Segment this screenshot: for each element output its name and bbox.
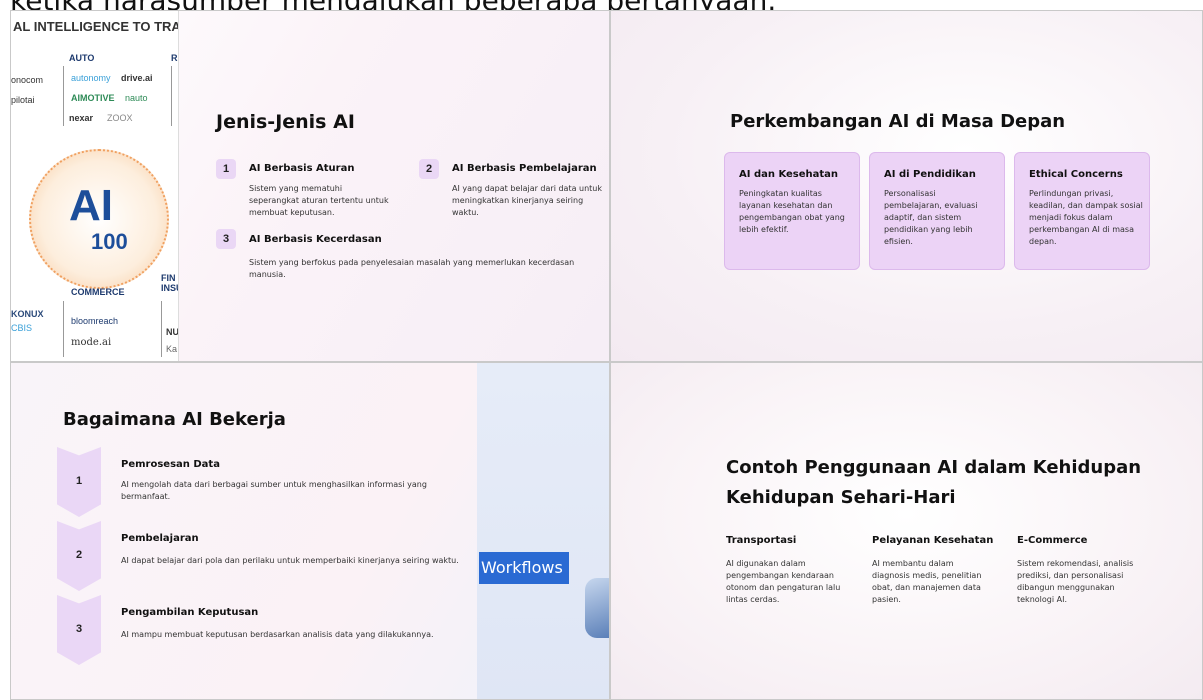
item-heading: AI Berbasis Aturan xyxy=(249,163,355,174)
item-text: Sistem yang mematuhi seperangkat aturan … xyxy=(249,184,389,217)
logo-modeai: mode.ai xyxy=(71,337,112,348)
divider xyxy=(63,66,64,126)
item-heading: AI Berbasis Kecerdasan xyxy=(249,234,382,245)
logo-ka: Ka xyxy=(166,344,178,354)
slide-jenis-ai[interactable]: AL INTELLIGENCE TO TRA AUTO R onocom pil… xyxy=(10,10,610,362)
logo-aimotive: AIMOTIVE xyxy=(71,93,115,103)
card-ethical-concerns: Ethical Concerns Perlindungan privasi, k… xyxy=(1014,152,1150,270)
category-auto: AUTO xyxy=(69,53,95,63)
sphere-100-text: 100 xyxy=(91,229,128,254)
card-ai-pendidikan: AI di Pendidikan Personalisasi pembelaja… xyxy=(869,152,1005,270)
divider xyxy=(63,301,64,357)
column-text: Sistem rekomendasi, analisis prediksi, d… xyxy=(1017,559,1134,604)
slide-title: Jenis-Jenis AI xyxy=(216,111,355,133)
logo-nexar: nexar xyxy=(69,113,94,123)
column-heading: E-Commerce xyxy=(1017,535,1088,546)
ai-100-sphere: AI 100 xyxy=(29,149,169,289)
slide-bagaimana-ai-bekerja[interactable]: Bagaimana AI Bekerja 1 Pemrosesan Data A… xyxy=(10,362,610,700)
logo-cbis: CBIS xyxy=(11,323,33,333)
logo-autonomy: autonomy xyxy=(71,73,111,83)
logo-nauto: nauto xyxy=(125,93,148,103)
card-heading: AI dan Kesehatan xyxy=(739,169,839,180)
card-text: Perlindungan privasi, keadilan, dan damp… xyxy=(1029,189,1143,246)
step-text: AI dapat belajar dari pola dan perilaku … xyxy=(121,556,459,565)
step-number: 3 xyxy=(75,623,83,635)
slide-title-line2: Kehidupan Sehari-Hari xyxy=(726,487,956,508)
step-chevron: 1 xyxy=(57,447,101,517)
slide-perkembangan-ai[interactable]: Perkembangan AI di Masa Depan AI dan Kes… xyxy=(610,10,1203,362)
slide-title: Perkembangan AI di Masa Depan xyxy=(730,111,1066,132)
card-heading: AI di Pendidikan xyxy=(884,169,976,180)
slide-title: Bagaimana AI Bekerja xyxy=(63,409,286,430)
column-text: AI membantu dalam diagnosis medis, penel… xyxy=(872,559,982,604)
step-chevron: 3 xyxy=(57,595,101,665)
item-text: Sistem yang berfokus pada penyelesaian m… xyxy=(249,258,575,279)
item-heading: AI Berbasis Pembelajaran xyxy=(452,163,597,174)
slide-grid: AL INTELLIGENCE TO TRA AUTO R onocom pil… xyxy=(10,10,1203,700)
logo-zoox: ZOOX xyxy=(107,113,133,123)
step-heading: Pengambilan Keputusan xyxy=(121,607,259,618)
column-text: AI digunakan dalam pengembangan kendaraa… xyxy=(726,559,841,604)
image-header: AL INTELLIGENCE TO TRA xyxy=(13,19,179,34)
logo-bloomreach: bloomreach xyxy=(71,316,119,326)
step-heading: Pembelajaran xyxy=(121,533,199,544)
slide-contoh-penggunaan-ai[interactable]: Contoh Penggunaan AI dalam Kehidupan Keh… xyxy=(610,362,1203,700)
item-text: AI yang dapat belajar dari data untuk me… xyxy=(452,184,603,217)
logo-driveai: drive.ai xyxy=(121,73,153,83)
sphere-ai-text: AI xyxy=(69,181,113,230)
workflows-badge: Workflows xyxy=(479,552,569,584)
category-commerce: COMMERCE xyxy=(71,287,125,297)
slide-title-line1: Contoh Penggunaan AI dalam Kehidupan xyxy=(726,457,1142,478)
logo-konux: KONUX xyxy=(11,309,44,319)
step-chevron: 2 xyxy=(57,521,101,591)
step-number: 1 xyxy=(75,475,83,487)
category-r: R xyxy=(171,53,178,63)
card-text: Peningkatan kualitas layanan kesehatan d… xyxy=(739,189,845,234)
card-text: Personalisasi pembelajaran, evaluasi ada… xyxy=(884,189,978,246)
step-number: 2 xyxy=(75,549,83,561)
workflow-image-panel xyxy=(477,363,609,699)
step-text: AI mampu membuat keputusan berdasarkan a… xyxy=(121,630,434,639)
column-heading: Transportasi xyxy=(726,535,797,546)
category-fin: FIN xyxy=(161,273,176,283)
card-ai-kesehatan: AI dan Kesehatan Peningkatan kualitas la… xyxy=(724,152,860,270)
divider xyxy=(171,66,172,126)
item-number: 1 xyxy=(216,159,236,179)
item-number: 2 xyxy=(419,159,439,179)
category-ins: INSU xyxy=(161,283,178,293)
ai-100-image: AL INTELLIGENCE TO TRA AUTO R onocom pil… xyxy=(11,11,179,361)
divider xyxy=(161,301,162,357)
column-heading: Pelayanan Kesehatan xyxy=(872,535,994,546)
step-text: AI mengolah data dari berbagai sumber un… xyxy=(121,480,427,501)
logo-onocom: onocom xyxy=(11,75,44,85)
card-heading: Ethical Concerns xyxy=(1029,169,1123,180)
robot-illustration xyxy=(585,578,609,638)
step-heading: Pemrosesan Data xyxy=(121,459,220,470)
item-number: 3 xyxy=(216,229,236,249)
logo-nu: NU xyxy=(166,327,179,337)
logo-pilotai: pilotai xyxy=(11,95,35,105)
